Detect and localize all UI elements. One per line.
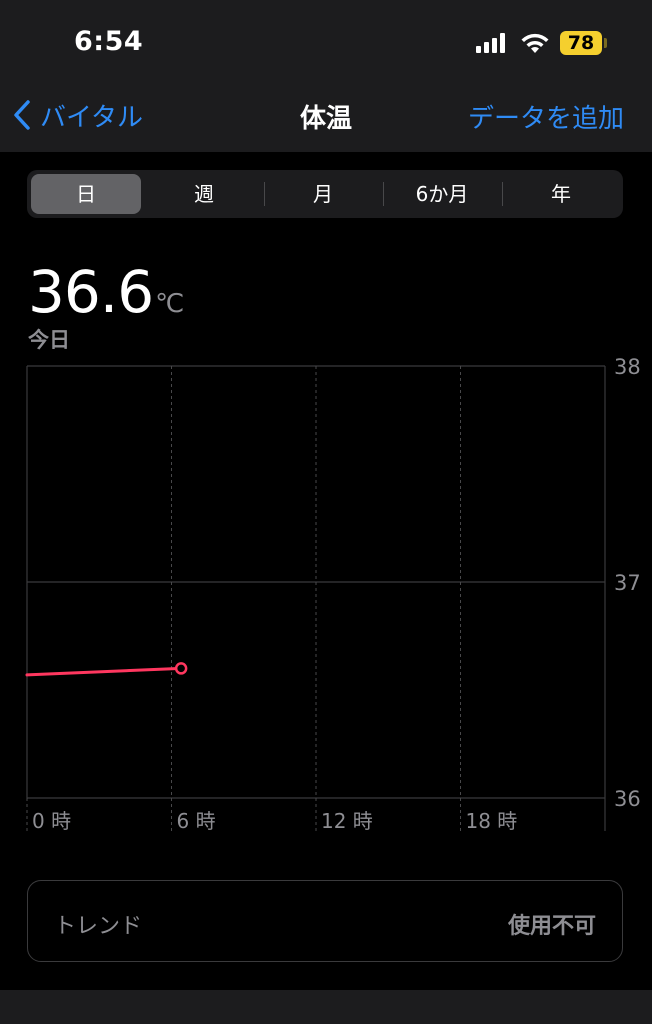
- status-time: 6:54: [74, 26, 144, 57]
- current-value: 36.6℃: [28, 258, 184, 326]
- segment-divider: [264, 182, 265, 206]
- segment-day[interactable]: 日: [31, 174, 141, 214]
- trend-label: トレンド: [54, 914, 143, 939]
- temperature-unit: ℃: [155, 289, 185, 319]
- temperature-chart[interactable]: 38 37 36 0 時 6 時 12 時 18 時: [0, 355, 652, 845]
- add-data-button[interactable]: データを追加: [468, 98, 624, 135]
- header: 6:54 78 バイタル 体温 データを追加: [0, 0, 652, 152]
- wifi-icon: [521, 33, 549, 53]
- x-tick-label: 12 時: [321, 809, 373, 833]
- trend-card[interactable]: トレンド 使用不可: [27, 880, 623, 962]
- segment-week[interactable]: 週: [149, 174, 259, 214]
- period-segmented-control: 日 週 月 6か月 年: [27, 170, 623, 218]
- battery-nub: [604, 38, 607, 48]
- period-label: 今日: [28, 328, 70, 352]
- segment-year[interactable]: 年: [506, 174, 616, 214]
- y-tick-label: 36: [614, 787, 641, 811]
- bottom-bar: [0, 990, 652, 1024]
- series-line: [25, 666, 183, 677]
- y-tick-label: 38: [614, 355, 641, 379]
- y-tick-label: 37: [614, 571, 641, 595]
- x-tick-label: 18 時: [466, 809, 518, 833]
- segment-divider: [383, 182, 384, 206]
- data-point: [174, 662, 188, 675]
- x-tick-label: 0 時: [32, 809, 71, 833]
- segment-month[interactable]: 月: [268, 174, 378, 214]
- battery-indicator: 78: [560, 31, 602, 55]
- x-tick-label: 6 時: [177, 809, 216, 833]
- segment-6months[interactable]: 6か月: [387, 174, 497, 214]
- segment-divider: [502, 182, 503, 206]
- trend-value: 使用不可: [507, 914, 596, 939]
- temperature-value: 36.6: [28, 258, 154, 326]
- cellular-signal-icon: [476, 33, 505, 53]
